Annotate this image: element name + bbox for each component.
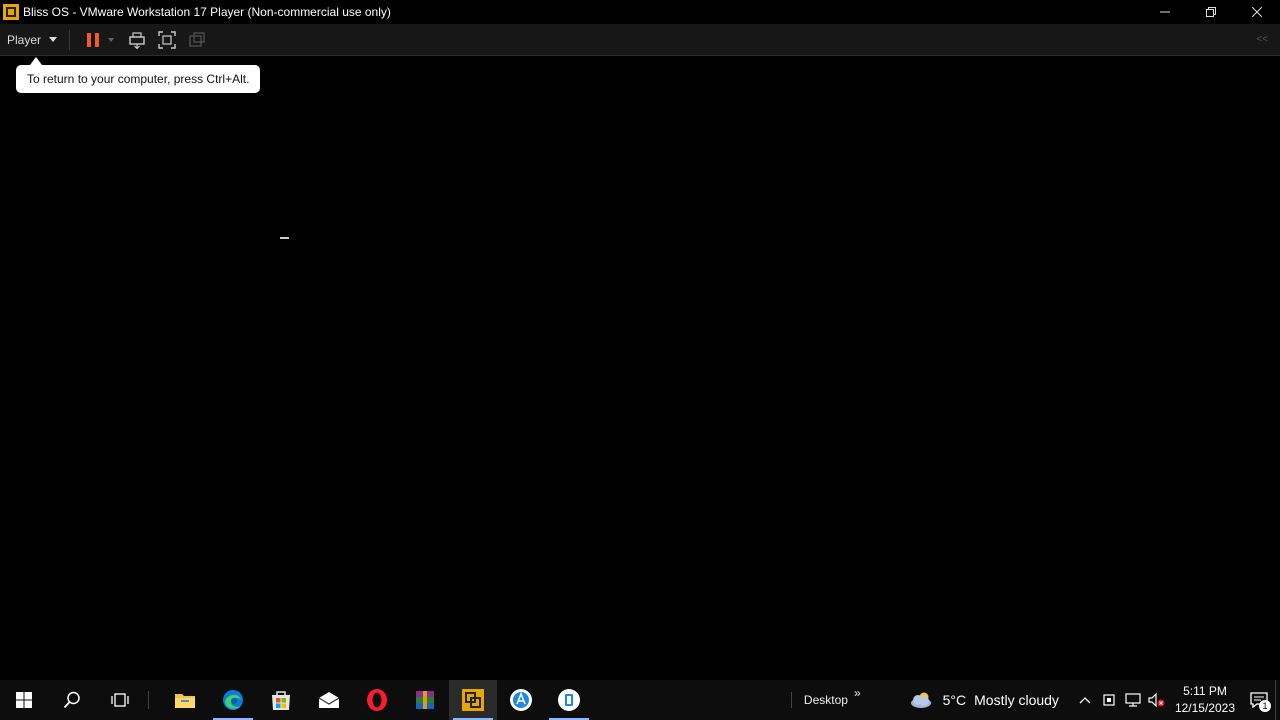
weather-condition: Mostly cloudy xyxy=(974,692,1059,708)
desktop-toolbar[interactable]: Desktop » xyxy=(790,686,861,708)
volume-tray-button[interactable] xyxy=(1145,680,1169,720)
app-button[interactable] xyxy=(497,680,545,720)
search-button[interactable] xyxy=(48,680,96,720)
send-ctrl-alt-del-button[interactable] xyxy=(124,27,150,53)
mail-button[interactable] xyxy=(305,680,353,720)
player-menu-label: Player xyxy=(7,32,42,47)
task-view-button[interactable] xyxy=(96,680,144,720)
unity-icon xyxy=(189,31,205,47)
taskbar-divider xyxy=(148,691,149,709)
desktop-chevron-icon[interactable]: » xyxy=(854,686,861,700)
restore-icon xyxy=(1206,7,1216,17)
device-tray-button[interactable] xyxy=(1097,680,1121,720)
clock-date: 12/15/2023 xyxy=(1174,701,1235,715)
microsoft-store-icon xyxy=(272,691,290,710)
volume-muted-icon xyxy=(1148,693,1165,707)
notification-badge: 1 xyxy=(1259,700,1271,712)
notepad-icon xyxy=(558,689,580,711)
pause-dropdown-icon[interactable] xyxy=(108,37,115,42)
network-icon xyxy=(1125,693,1141,707)
minimize-button[interactable] xyxy=(1142,0,1188,24)
clock-time: 5:11 PM xyxy=(1183,684,1227,698)
restore-button[interactable] xyxy=(1188,0,1234,24)
file-explorer-icon xyxy=(175,694,195,708)
windows-taskbar: Desktop » 5°C Mostly cloudy 5:11 PM 12/1… xyxy=(0,680,1280,720)
vmware-button[interactable] xyxy=(449,680,497,720)
text-cursor xyxy=(280,237,289,239)
edge-icon xyxy=(223,690,243,710)
unity-button[interactable] xyxy=(184,27,210,53)
weather-widget[interactable]: 5°C Mostly cloudy xyxy=(909,691,1059,709)
chevron-down-icon xyxy=(49,37,58,42)
weather-temperature: 5°C xyxy=(942,692,967,708)
pause-button[interactable] xyxy=(80,27,106,53)
fullscreen-icon xyxy=(158,30,176,49)
vm-display[interactable] xyxy=(0,56,1280,680)
minimize-icon xyxy=(1160,11,1170,13)
chevron-up-icon xyxy=(1079,697,1091,704)
close-icon xyxy=(1252,7,1262,17)
edge-button[interactable] xyxy=(209,680,257,720)
mail-icon xyxy=(318,692,340,708)
start-icon xyxy=(16,692,32,708)
vmware-icon xyxy=(462,689,484,711)
winrar-button[interactable] xyxy=(401,680,449,720)
fullscreen-button[interactable] xyxy=(154,27,180,53)
microsoft-store-button[interactable] xyxy=(257,680,305,720)
task-view-icon xyxy=(111,693,129,707)
close-button[interactable] xyxy=(1234,0,1280,24)
file-explorer-button[interactable] xyxy=(161,680,209,720)
ctrl-alt-tooltip: To return to your computer, press Ctrl+A… xyxy=(16,57,261,93)
search-icon xyxy=(63,691,80,709)
vmware-toolbar: Player << xyxy=(0,24,1280,56)
action-center-button[interactable]: 1 xyxy=(1243,680,1275,720)
system-tray xyxy=(1073,680,1169,720)
start-button[interactable] xyxy=(0,680,48,720)
vmware-player-icon xyxy=(3,4,19,20)
device-icon xyxy=(1103,694,1115,706)
opera-icon xyxy=(367,689,387,711)
show-desktop-button[interactable] xyxy=(1275,680,1280,720)
desktop-label: Desktop xyxy=(803,693,848,707)
pause-icon xyxy=(87,32,100,47)
toolbar-divider xyxy=(69,29,71,50)
opera-button[interactable] xyxy=(353,680,401,720)
show-hidden-icons-button[interactable] xyxy=(1073,680,1097,720)
tooltip-text: To return to your computer, press Ctrl+A… xyxy=(27,72,250,86)
winrar-icon xyxy=(416,691,434,709)
cloud-icon xyxy=(910,692,931,708)
taskbar-clock[interactable]: 5:11 PM 12/15/2023 xyxy=(1175,683,1235,717)
toolbar-collapse-icon[interactable]: << xyxy=(1256,34,1268,45)
notepad-button[interactable] xyxy=(545,680,593,720)
app-icon xyxy=(510,689,532,711)
send-ctrl-alt-del-icon xyxy=(129,31,145,49)
window-title: Bliss OS - VMware Workstation 17 Player … xyxy=(23,5,391,19)
window-titlebar: Bliss OS - VMware Workstation 17 Player … xyxy=(0,0,1280,24)
player-menu-button[interactable]: Player xyxy=(0,24,63,55)
network-tray-button[interactable] xyxy=(1121,680,1145,720)
